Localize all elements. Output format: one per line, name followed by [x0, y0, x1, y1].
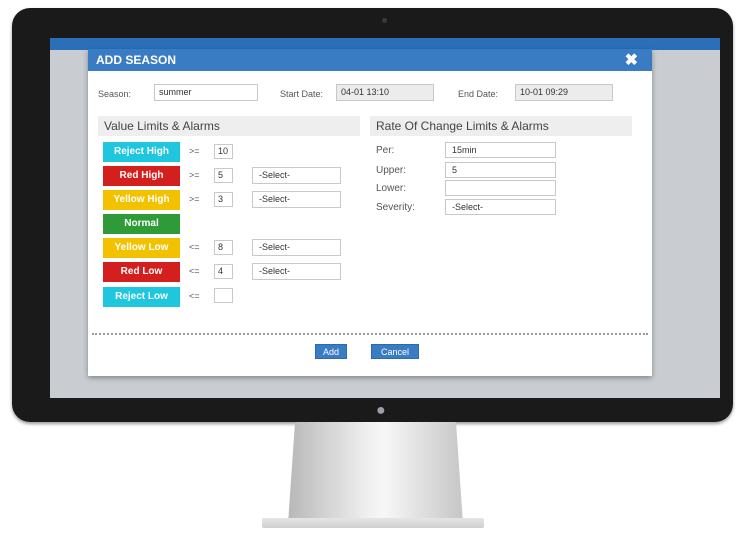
reject-high-tag: Reject High [103, 142, 180, 162]
dialog-title: ADD SEASON [96, 53, 177, 67]
yellow-low-tag: Yellow Low [103, 238, 180, 258]
start-date-label: Start Date: [280, 89, 324, 99]
yellow-low-value[interactable]: 8 [214, 240, 233, 255]
close-icon[interactable]: ✖ [625, 50, 638, 70]
severity-label: Severity: [376, 202, 415, 213]
operator: <= [189, 266, 200, 276]
operator: <= [189, 242, 200, 252]
operator: >= [189, 194, 200, 204]
operator: <= [189, 291, 200, 301]
red-low-value[interactable]: 4 [214, 264, 233, 279]
yellow-high-tag: Yellow High [103, 190, 180, 210]
operator: >= [189, 170, 200, 180]
season-label: Season: [98, 89, 132, 99]
reject-low-tag: Reject Low [103, 287, 180, 307]
end-date-input[interactable]: 10-01 09:29 [515, 84, 613, 101]
season-input[interactable]: summer [154, 84, 258, 101]
footer-divider [92, 333, 648, 335]
monitor-stand [288, 422, 463, 524]
red-high-tag: Red High [103, 166, 180, 186]
lower-input[interactable] [445, 180, 556, 196]
monitor-stand-base [262, 518, 484, 528]
per-label: Per: [376, 145, 395, 156]
end-date-label-text: End Date: [458, 89, 499, 99]
add-season-dialog: ADD SEASON ✖ Season: summer Start Date: … [88, 49, 652, 376]
rate-limits-title: Rate Of Change Limits & Alarms [370, 116, 632, 136]
reject-low-value[interactable] [214, 288, 233, 303]
add-button[interactable]: Add [315, 344, 347, 359]
per-input[interactable]: 15min [445, 142, 556, 158]
dialog-header: ADD SEASON ✖ [88, 49, 652, 71]
red-high-severity-select[interactable]: -Select- [252, 167, 341, 184]
upper-label: Upper: [376, 165, 407, 176]
start-date-input[interactable]: 04-01 13:10 [336, 84, 434, 101]
normal-tag: Normal [103, 214, 180, 234]
severity-select[interactable]: -Select- [445, 199, 556, 215]
value-limits-title: Value Limits & Alarms [98, 116, 360, 136]
lower-label: Lower: [376, 183, 407, 194]
red-low-severity-select[interactable]: -Select- [252, 263, 341, 280]
cancel-button[interactable]: Cancel [371, 344, 419, 359]
apple-logo-icon: ● [376, 402, 386, 419]
upper-input[interactable]: 5 [445, 162, 556, 178]
operator: >= [189, 146, 200, 156]
yellow-high-value[interactable]: 3 [214, 192, 233, 207]
red-high-value[interactable]: 5 [214, 168, 233, 183]
camera-icon [382, 18, 387, 23]
yellow-high-severity-select[interactable]: -Select- [252, 191, 341, 208]
red-low-tag: Red Low [103, 262, 180, 282]
reject-high-value[interactable]: 10 [214, 144, 233, 159]
yellow-low-severity-select[interactable]: -Select- [252, 239, 341, 256]
